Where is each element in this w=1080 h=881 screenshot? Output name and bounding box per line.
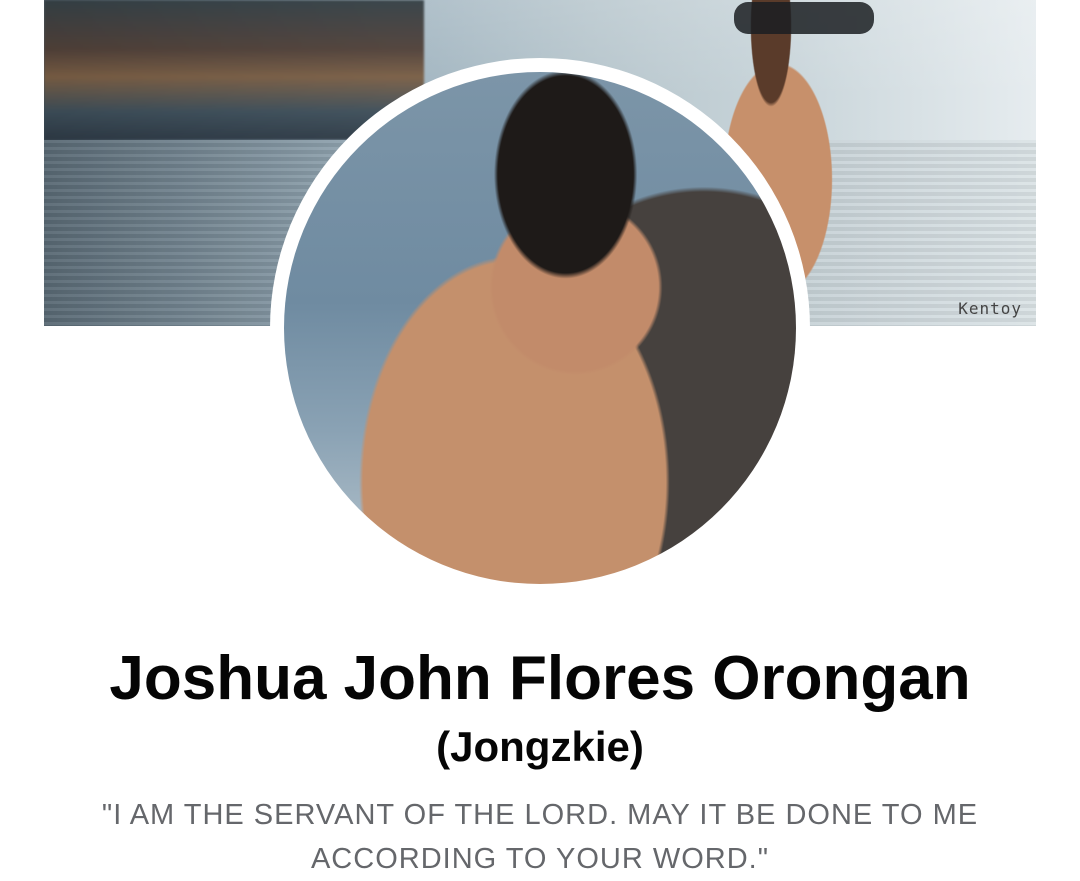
profile-picture[interactable] bbox=[284, 72, 796, 584]
cover-photo-sunglasses bbox=[734, 2, 874, 34]
cover-photo-watermark: Kentoy bbox=[958, 299, 1022, 318]
profile-bio: "I AM THE SERVANT OF THE LORD. MAY IT BE… bbox=[101, 799, 979, 875]
profile-name: Joshua John Flores Orongan bbox=[109, 644, 971, 713]
profile-alternate-name: (Jongzkie) bbox=[436, 723, 644, 770]
